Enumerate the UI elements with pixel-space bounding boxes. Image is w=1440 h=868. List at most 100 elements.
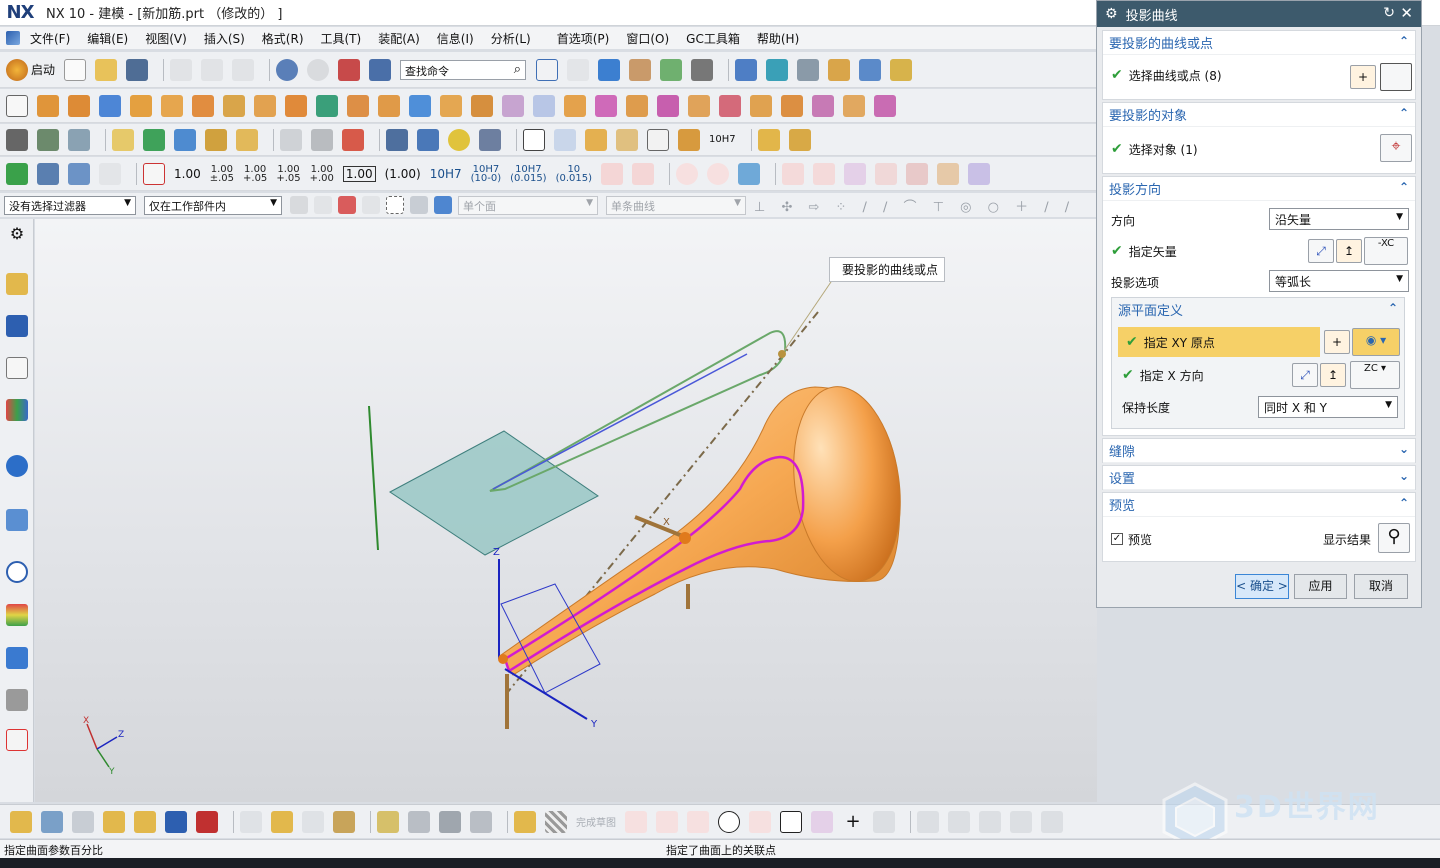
wcs-icon[interactable] [567, 58, 590, 81]
projection-option-select[interactable]: 等弧长 ▼ [1269, 270, 1409, 292]
chevron-up-icon[interactable]: ⌃ [1399, 106, 1409, 120]
circle-icon[interactable] [718, 810, 740, 833]
line-icon[interactable] [782, 162, 805, 185]
gear-icon[interactable] [448, 128, 470, 151]
hole-table-icon[interactable] [585, 128, 607, 151]
crosshair-icon[interactable]: ⌖ [1380, 134, 1412, 162]
ok-button[interactable]: < 确定 > [1235, 574, 1289, 599]
new-file-icon[interactable] [64, 58, 87, 81]
menu-help[interactable]: 帮助(H) [755, 29, 801, 48]
section-view-icon[interactable] [766, 58, 789, 81]
chevron-up-icon[interactable]: ⌃ [1399, 34, 1409, 48]
chamfer-icon[interactable] [409, 94, 431, 117]
tube-icon[interactable] [342, 128, 364, 151]
graphics-window[interactable]: Z Y X X Y Z 要投影的曲线或点 [35, 219, 1097, 802]
deselect-icon[interactable] [362, 196, 380, 214]
process-studio-icon[interactable] [6, 647, 28, 669]
snap-point-icons[interactable]: ⊥ ✣ ⇨ ⁘ ∕ ∕ ⌒ ⊤ ◎ ○ ＋ ∕ ∕ [754, 196, 1075, 215]
menu-assembly[interactable]: 装配(A) [376, 29, 422, 48]
settings-icon[interactable]: ⚙ [6, 223, 28, 245]
open-folder-icon[interactable] [95, 58, 118, 81]
quick-trim-icon[interactable] [917, 810, 939, 833]
triangle-icon[interactable] [523, 128, 545, 151]
block-icon[interactable] [99, 94, 121, 117]
pattern-curve-icon[interactable] [1041, 810, 1063, 833]
sketch-arc-icon[interactable] [687, 810, 709, 833]
extract-curve-icon[interactable] [968, 162, 991, 185]
offset-curve-icon[interactable] [937, 162, 960, 185]
fit-view-icon[interactable] [536, 58, 559, 81]
radius-dim-icon[interactable] [632, 162, 655, 185]
sketch-plane-icon[interactable] [514, 810, 536, 833]
menu-gc-toolbox[interactable]: GC工具箱 [684, 29, 742, 48]
text-icon[interactable] [236, 128, 258, 151]
arc-icon[interactable] [813, 162, 836, 185]
radius-icon[interactable] [601, 162, 624, 185]
sketch-task-icon[interactable] [10, 810, 32, 833]
rectangle-icon[interactable] [780, 810, 802, 833]
layer-icon[interactable] [797, 58, 820, 81]
copy-icon[interactable] [201, 58, 224, 81]
mirror-icon[interactable] [196, 810, 218, 833]
through-curves-icon[interactable] [280, 128, 302, 151]
dim-tol-2[interactable]: 1.00 +.05 [243, 164, 267, 183]
sphere-icon[interactable] [192, 94, 214, 117]
move-component-icon[interactable] [134, 810, 156, 833]
part-navigator-icon[interactable] [6, 357, 28, 379]
shaded-view-icon[interactable] [598, 58, 621, 81]
curve-rule-select[interactable]: 单条曲线 ▼ [606, 195, 746, 215]
menu-view[interactable]: 视图(V) [143, 29, 189, 48]
reset-icon[interactable]: ↻ [1383, 5, 1395, 21]
menu-preferences[interactable]: 首选项(P) [555, 29, 612, 48]
offset-icon[interactable] [873, 810, 895, 833]
point-icon[interactable]: + [842, 811, 864, 833]
resize-face-icon[interactable] [781, 94, 803, 117]
part-family-icon[interactable] [470, 810, 492, 833]
point-set-icon[interactable] [6, 128, 28, 151]
curve-select-icon[interactable] [1380, 63, 1412, 91]
layer-settings-icon[interactable] [37, 128, 59, 151]
undo-icon[interactable] [276, 58, 299, 81]
sketch-mirror-icon[interactable] [1010, 810, 1032, 833]
reverse-direction-icon[interactable]: ⤢ [1308, 239, 1334, 263]
dim-reference[interactable]: (1.00) [385, 167, 421, 181]
x-direction-dialog-icon[interactable]: ↥ [1320, 363, 1346, 387]
sketch-line-icon[interactable] [656, 810, 678, 833]
chevron-down-icon[interactable]: ⌄ [1399, 469, 1409, 483]
curve-origin-point[interactable] [498, 654, 508, 664]
source-plane-header[interactable]: 源平面定义 ⌃ [1112, 298, 1404, 320]
spring-icon[interactable] [417, 128, 439, 151]
leader-point[interactable] [778, 350, 786, 358]
fit-2[interactable]: 10H7 (0.015) [510, 164, 546, 183]
view-sketch-icon[interactable] [41, 810, 63, 833]
face-select-icon[interactable] [434, 196, 452, 214]
draft-icon[interactable] [471, 94, 493, 117]
curves-group-header[interactable]: 要投影的曲线或点 ⌃ [1103, 31, 1415, 55]
apply-button[interactable]: 应用 [1294, 574, 1347, 599]
swept-icon[interactable] [311, 128, 333, 151]
cylinder-icon[interactable] [130, 94, 152, 117]
diameter-icon[interactable] [676, 162, 699, 185]
trim-body-icon[interactable] [502, 94, 524, 117]
vector-xc-button[interactable]: -XC [1364, 237, 1408, 265]
checker-icon[interactable] [545, 810, 567, 833]
direction-select[interactable]: 沿矢量 ▼ [1269, 208, 1409, 230]
replace-face-icon[interactable] [750, 94, 772, 117]
datum-line[interactable] [368, 405, 379, 551]
direction-group-header[interactable]: 投影方向 ⌃ [1103, 177, 1415, 201]
note-icon[interactable] [112, 128, 134, 151]
menu-window[interactable]: 窗口(O) [624, 29, 671, 48]
unite-icon[interactable] [316, 94, 338, 117]
select-all-icon[interactable] [314, 196, 332, 214]
make-corner-icon[interactable] [979, 810, 1001, 833]
heart-curve-icon[interactable] [875, 162, 898, 185]
pattern-icon[interactable] [285, 94, 307, 117]
cut-icon[interactable] [170, 58, 193, 81]
menu-information[interactable]: 信息(I) [435, 29, 476, 48]
body-select-icon[interactable] [410, 196, 428, 214]
bom-icon[interactable] [333, 810, 355, 833]
sequence-icon[interactable] [271, 810, 293, 833]
thicken-icon[interactable] [595, 94, 617, 117]
magnifier-icon[interactable]: ⚲ [1378, 523, 1410, 553]
cone-icon[interactable] [161, 94, 183, 117]
